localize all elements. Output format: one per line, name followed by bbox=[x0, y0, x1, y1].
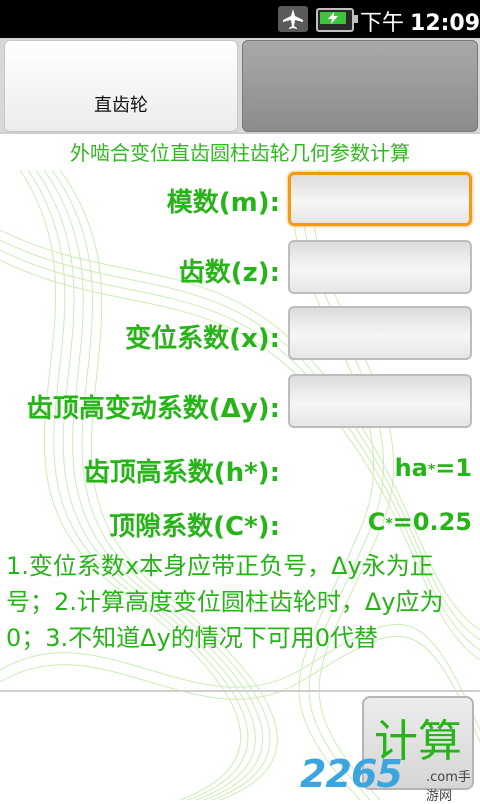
tab-bar: 直齿轮 bbox=[0, 38, 480, 132]
delta-y-input[interactable] bbox=[288, 374, 472, 428]
c-star: * bbox=[385, 516, 393, 532]
addendum-coefficient-label: 齿顶高系数(h*): bbox=[83, 458, 280, 488]
clock-period: 下午 bbox=[360, 11, 405, 36]
c-suffix: =0.25 bbox=[392, 508, 472, 536]
tab-spur-gear-label: 直齿轮 bbox=[94, 95, 148, 116]
teeth-input[interactable] bbox=[288, 240, 472, 294]
page-title: 外啮合变位直齿圆柱齿轮几何参数计算 bbox=[0, 132, 480, 172]
divider bbox=[0, 690, 480, 692]
c-prefix: C bbox=[367, 508, 386, 536]
battery-icon bbox=[316, 8, 358, 32]
tab-spur-gear[interactable]: 直齿轮 bbox=[4, 40, 238, 132]
clearance-coefficient-label: 顶隙系数(C*): bbox=[109, 512, 280, 542]
shift-coefficient-label: 变位系数(x): bbox=[125, 324, 280, 354]
module-input[interactable] bbox=[288, 172, 472, 226]
watermark-number: 2265 bbox=[300, 752, 403, 796]
usage-notes: 1.变位系数x本身应带正负号，Δy永为正号；2.计算高度变位圆柱齿轮时，Δy应为… bbox=[6, 552, 444, 652]
status-clock: 下午 12:09 bbox=[360, 5, 480, 37]
shift-coefficient-input[interactable] bbox=[288, 306, 472, 360]
ha-suffix: =1 bbox=[435, 454, 472, 482]
airplane-mode-icon bbox=[278, 6, 308, 32]
addendum-coefficient-value: ha*=1 bbox=[395, 454, 472, 482]
watermark-text: .com手游网 bbox=[426, 766, 478, 804]
status-bar: 下午 12:09 bbox=[0, 0, 480, 38]
tab-second[interactable] bbox=[242, 40, 478, 132]
clearance-coefficient-value: C*=0.25 bbox=[368, 508, 472, 536]
clock-time: 12:09 bbox=[410, 11, 480, 36]
module-label: 模数(m): bbox=[166, 188, 280, 218]
delta-y-label: 齿顶高变动系数(Δy): bbox=[26, 394, 280, 424]
site-watermark: 2265 .com手游网 bbox=[300, 752, 478, 804]
teeth-label: 齿数(z): bbox=[178, 258, 280, 288]
watermark-suffix: .com bbox=[426, 770, 458, 785]
ha-prefix: ha bbox=[394, 454, 428, 482]
